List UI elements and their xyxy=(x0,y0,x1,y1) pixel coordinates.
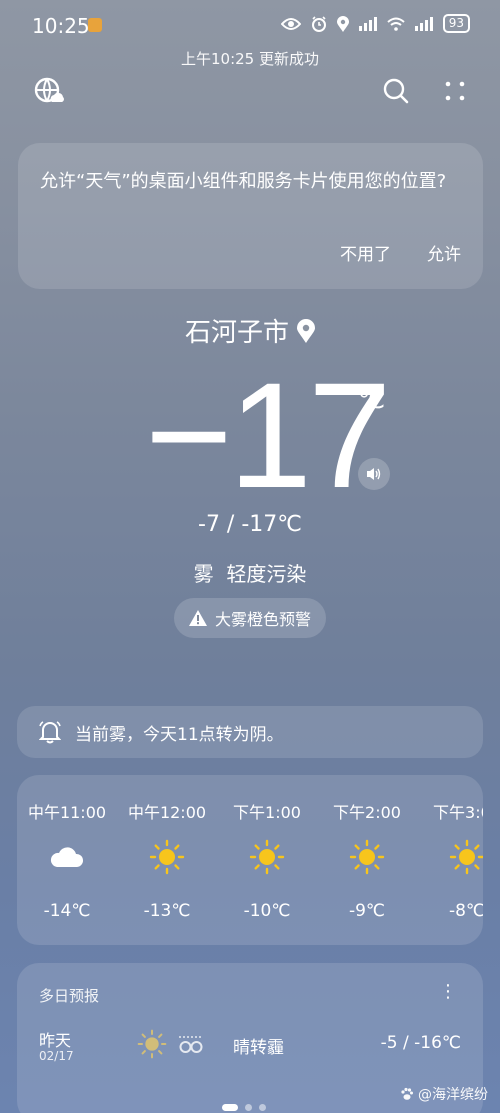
speaker-icon[interactable] xyxy=(358,458,390,490)
status-bar: 10:25 93 xyxy=(0,0,500,52)
paw-icon xyxy=(401,1087,413,1100)
cloud-icon xyxy=(50,847,84,867)
update-status: 上午10:25 更新成功 xyxy=(181,50,319,68)
bell-icon xyxy=(39,721,61,744)
weather-condition: 雾 轻度污染 xyxy=(193,562,307,586)
hour-temp: -8℃ xyxy=(448,901,483,921)
day-condition: 晴转霾 xyxy=(233,1038,284,1058)
hour-temp: -14℃ xyxy=(43,901,91,921)
page-dot-active xyxy=(222,1104,238,1111)
page-indicator xyxy=(222,1104,266,1111)
watermark-text: @海洋缤纷 xyxy=(418,1087,488,1103)
tip-text: 当前雾，今天11点转为阴。 xyxy=(75,724,284,745)
signal-icon-2 xyxy=(414,16,433,31)
hour-time: 下午2:00 xyxy=(333,803,401,822)
current-temperature: −17 xyxy=(145,351,391,519)
status-time: 10:25 xyxy=(32,14,90,38)
location-icon xyxy=(336,15,349,32)
search-icon[interactable] xyxy=(378,73,414,109)
hour-time: 中午12:00 xyxy=(127,803,207,822)
city-title[interactable]: 石河子市 xyxy=(0,312,500,349)
hour-temp: -9℃ xyxy=(348,901,386,921)
sun-icon xyxy=(449,839,483,875)
location-permission-card: 允许“天气”的桌面小组件和服务卡片使用您的位置? 不用了 允许 xyxy=(18,143,483,289)
sun-icon xyxy=(249,839,285,875)
battery-icon: 93 xyxy=(442,14,470,33)
status-icons: 93 xyxy=(280,14,470,33)
hour-temp: -10℃ xyxy=(243,901,291,921)
watermark: @海洋缤纷 xyxy=(400,1084,488,1104)
more-dots-icon[interactable] xyxy=(437,73,473,109)
alarm-icon xyxy=(311,15,326,32)
notification-app-icon xyxy=(88,18,102,32)
day-label: 昨天 xyxy=(39,1031,72,1050)
hour-time: 下午3:00 xyxy=(433,803,483,822)
location-pin-icon xyxy=(297,318,315,343)
daily-forecast-title: 多日预报 xyxy=(39,987,100,1005)
page-dot xyxy=(245,1104,252,1111)
wifi-icon xyxy=(387,17,405,31)
temperature-range: -7 / -17℃ xyxy=(198,512,302,537)
allow-button[interactable]: 允许 xyxy=(427,240,461,265)
city-name: 石河子市 xyxy=(184,318,289,348)
hour-time: 下午1:00 xyxy=(233,803,301,822)
eye-icon xyxy=(280,17,301,30)
temperature-unit: ℃ xyxy=(358,386,385,414)
forecast-tip-card[interactable]: 当前雾，今天11点转为阴。 xyxy=(17,706,483,758)
sun-icon xyxy=(137,1029,167,1059)
more-vertical-icon[interactable]: ⋮ xyxy=(439,983,457,1001)
day-date: 02/17 xyxy=(39,1049,74,1063)
weather-warning-badge[interactable]: 大雾橙色预警 xyxy=(174,598,326,638)
warning-text: 大雾橙色预警 xyxy=(214,610,311,629)
sun-icon xyxy=(349,839,385,875)
hourly-forecast[interactable]: 中午11:00 -14℃ 中午12:00 -13℃ 下午1:00 -10℃ 下午… xyxy=(17,775,483,945)
decline-button[interactable]: 不用了 xyxy=(340,240,391,265)
haze-icon xyxy=(179,1036,203,1053)
hour-time: 中午11:00 xyxy=(27,803,107,822)
hour-temp: -13℃ xyxy=(143,901,191,921)
day-temperature-range: -5 / -16℃ xyxy=(380,1033,461,1053)
signal-icon xyxy=(358,16,377,31)
warning-triangle-icon xyxy=(188,610,207,626)
sun-icon xyxy=(149,839,185,875)
permission-message: 允许“天气”的桌面小组件和服务卡片使用您的位置? xyxy=(40,171,447,192)
page-dot xyxy=(259,1104,266,1111)
globe-weather-icon[interactable] xyxy=(31,73,67,109)
